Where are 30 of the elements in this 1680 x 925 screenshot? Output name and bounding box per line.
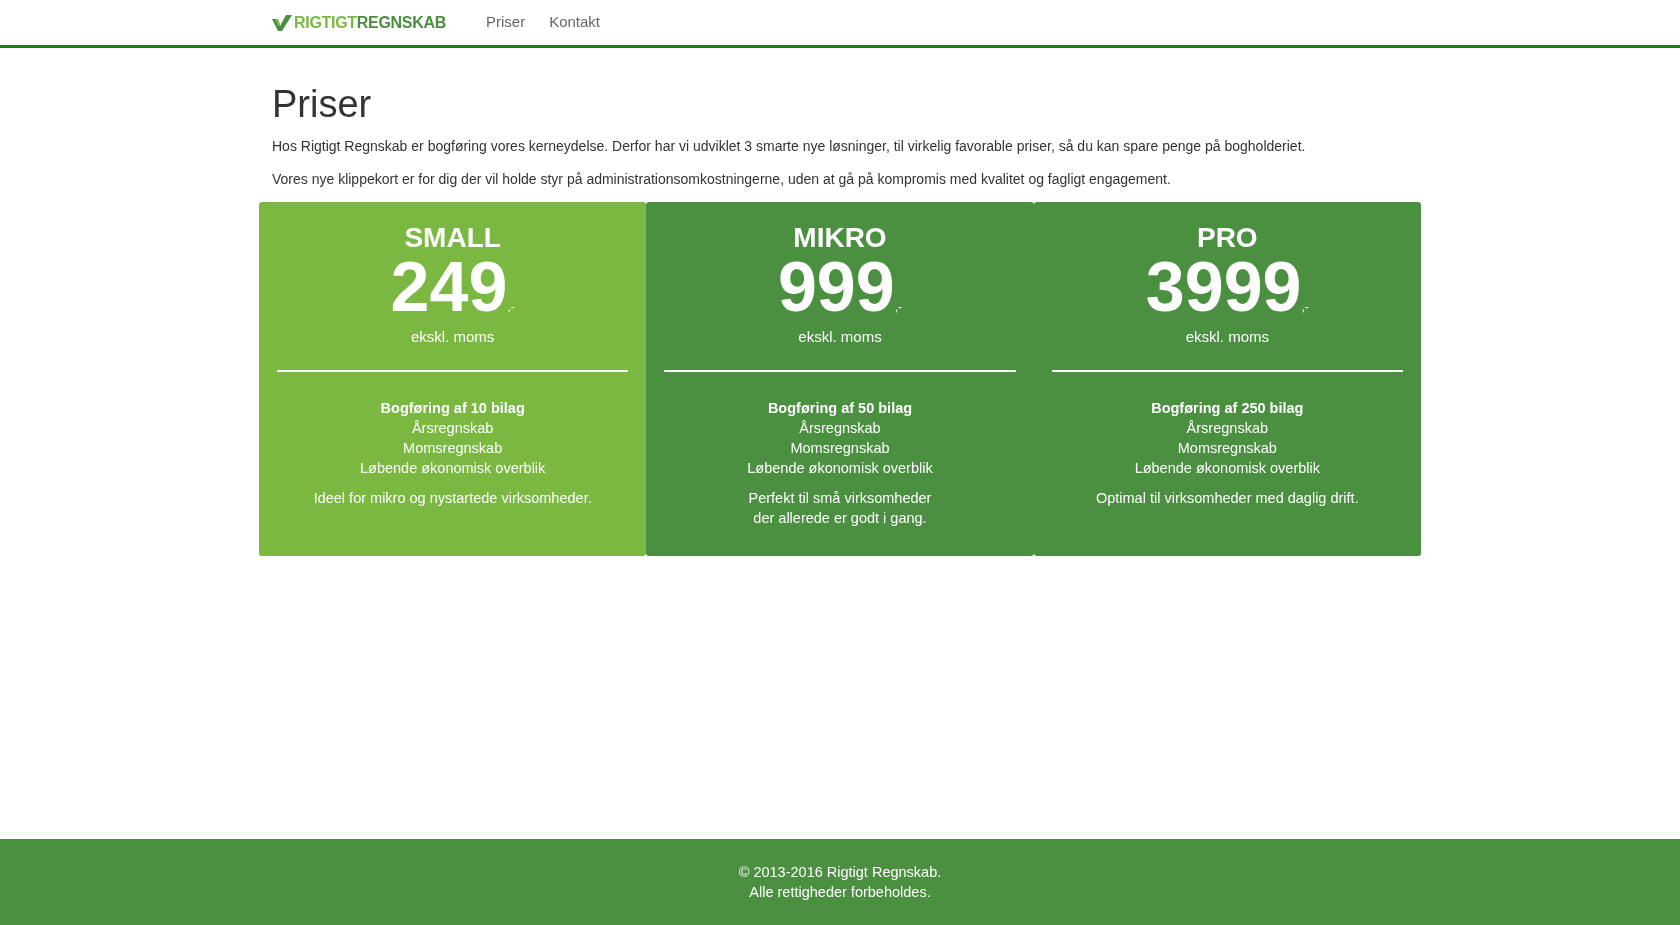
page-title: Priser [272, 82, 373, 127]
plan-description: Perfekt til små virksomheder der allerede er godt i gang. [747, 489, 933, 529]
feature-item: Løbende økonomisk overblik [746, 459, 934, 479]
checkmark-logo-icon [272, 14, 292, 31]
vat-note: ekskl. moms [1184, 326, 1270, 347]
footer-text: Alle rettigheder forbeholdes. [749, 883, 931, 902]
price-suffix: ,- [894, 299, 903, 314]
feature-item: Årsregnskab [798, 419, 882, 439]
price-suffix: ,- [507, 299, 515, 314]
nav-link[interactable]: Priser [485, 11, 526, 34]
vat-note: ekskl. moms [410, 326, 496, 347]
feature-item: Bogføring af 10 bilag [379, 399, 526, 419]
logo[interactable]: RIGTIGTREGNSKAB [272, 10, 446, 35]
feature-item: Løbende økonomisk overblik [1133, 459, 1321, 479]
plan-description: Ideel for mikro og nystartede virksomheder. [312, 489, 593, 509]
feature-item: Bogføring af 250 bilag [1150, 399, 1305, 419]
footer-text: © 2013-2016 Rigtigt Regnskab. [738, 863, 942, 882]
feature-item: Momsregnskab [1176, 439, 1278, 459]
plan-description: Optimal til virksomheder med daglig drift. [1094, 489, 1360, 509]
intro-paragraph: Hos Rigtigt Regnskab er bogføring vores kerneydelse. Derfor har vi udviklet 3 smarte nye løsninger, til virkelig favorable priser, så du kan spare penge på bogholderiet. [272, 136, 1307, 156]
feature-item: Momsregnskab [789, 439, 891, 459]
feature-item: Årsregnskab [410, 419, 495, 439]
price-suffix: ,- [1301, 299, 1309, 314]
feature-item: Momsregnskab [402, 439, 504, 459]
feature-item: Bogføring af 50 bilag [766, 399, 914, 419]
nav-link[interactable]: Kontakt [549, 11, 600, 34]
feature-item: Årsregnskab [1185, 419, 1269, 439]
feature-item: Løbende økonomisk overblik [358, 459, 547, 479]
intro-paragraph: Vores nye klippekort er for dig der vil holde styr på administrationsomkostningerne, uden at gå på kompromis med kvalitet og fagligt engagement. [272, 169, 1172, 189]
vat-note: ekskl. moms [797, 326, 883, 347]
